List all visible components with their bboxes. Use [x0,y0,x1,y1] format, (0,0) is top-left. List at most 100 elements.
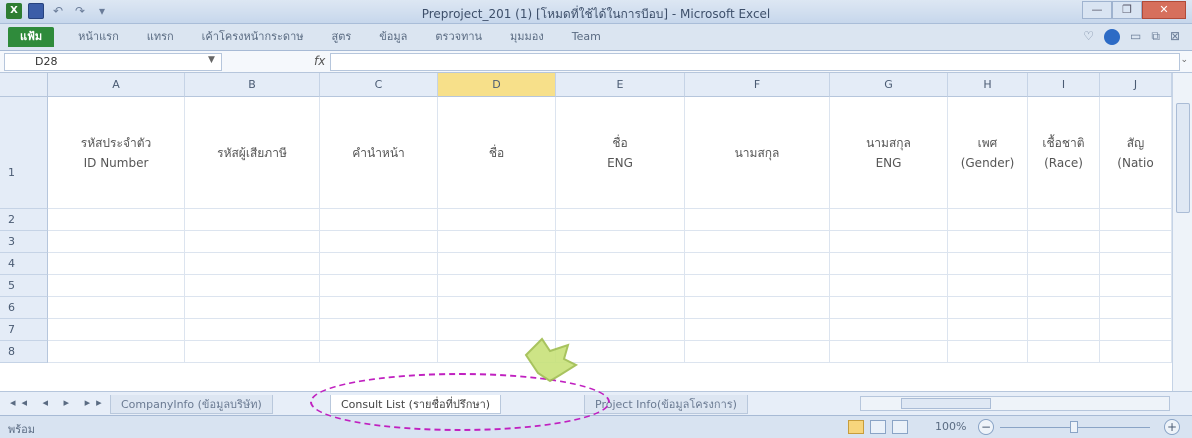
cell-b2[interactable] [185,209,320,231]
cell-i2[interactable] [1028,209,1100,231]
normal-view-icon[interactable] [848,420,864,434]
zoom-in-icon[interactable]: + [1164,419,1180,435]
cell-c2[interactable] [320,209,438,231]
header-cell-g1[interactable]: นามสกุล ENG [830,97,948,209]
header-cell-f1[interactable]: นามสกุล [685,97,830,209]
header-cell-b1[interactable]: รหัสผู้เสียภาษี [185,97,320,209]
cell-h3[interactable] [948,231,1028,253]
cell-b4[interactable] [185,253,320,275]
cell-e2[interactable] [556,209,685,231]
cell-i6[interactable] [1028,297,1100,319]
worksheet-grid[interactable]: ABCDEFGHIJ 12345678 รหัสประจำตัว ID Numbe… [0,73,1192,391]
cell-g8[interactable] [830,341,948,363]
row-header-4[interactable]: 4 [0,253,48,275]
close-button[interactable]: ✕ [1142,1,1186,19]
cell-j6[interactable] [1100,297,1172,319]
tab-home[interactable]: หน้าแรก [64,27,133,47]
cell-f2[interactable] [685,209,830,231]
cell-c7[interactable] [320,319,438,341]
cell-d5[interactable] [438,275,556,297]
cell-h2[interactable] [948,209,1028,231]
column-header-c[interactable]: C [320,73,438,97]
cell-f8[interactable] [685,341,830,363]
insert-function-icon[interactable]: fx [314,54,325,68]
row-header-7[interactable]: 7 [0,319,48,341]
column-header-f[interactable]: F [685,73,830,97]
cell-c5[interactable] [320,275,438,297]
header-cell-d1[interactable]: ชื่อ [438,97,556,209]
cell-b3[interactable] [185,231,320,253]
tab-file[interactable]: แฟ้ม [8,27,55,47]
cell-h8[interactable] [948,341,1028,363]
cell-f3[interactable] [685,231,830,253]
cell-g5[interactable] [830,275,948,297]
cell-a6[interactable] [48,297,185,319]
vertical-scrollbar[interactable] [1172,73,1192,391]
cell-f6[interactable] [685,297,830,319]
cell-e4[interactable] [556,253,685,275]
cell-a5[interactable] [48,275,185,297]
cell-c3[interactable] [320,231,438,253]
row-header-3[interactable]: 3 [0,231,48,253]
cell-j4[interactable] [1100,253,1172,275]
vertical-scroll-thumb[interactable] [1176,103,1190,213]
cell-j3[interactable] [1100,231,1172,253]
header-cell-a1[interactable]: รหัสประจำตัว ID Number [48,97,185,209]
minimize-button[interactable]: — [1082,1,1112,19]
cell-a8[interactable] [48,341,185,363]
row-header-8[interactable]: 8 [0,341,48,363]
zoom-slider-knob[interactable] [1070,421,1078,433]
workbook-close-icon[interactable]: ⊠ [1170,29,1180,45]
page-break-view-icon[interactable] [892,420,908,434]
column-header-h[interactable]: H [948,73,1028,97]
row-header-2[interactable]: 2 [0,209,48,231]
tab-review[interactable]: ตรวจทาน [421,27,496,47]
horizontal-scrollbar[interactable] [860,396,1170,411]
column-header-d[interactable]: D [438,73,556,97]
cell-i4[interactable] [1028,253,1100,275]
cell-i7[interactable] [1028,319,1100,341]
sheet-tab-companyinfo[interactable]: CompanyInfo (ข้อมูลบริษัท) [110,395,273,414]
cell-j2[interactable] [1100,209,1172,231]
sheet-nav-buttons[interactable]: ◂◂ ◂ ▸ ▸▸ [10,396,108,409]
row-header-6[interactable]: 6 [0,297,48,319]
cell-g6[interactable] [830,297,948,319]
row-header-5[interactable]: 5 [0,275,48,297]
workbook-minimize-icon[interactable]: ▭ [1130,29,1141,45]
header-cell-j1[interactable]: สัญ (Natio [1100,97,1172,209]
cell-i3[interactable] [1028,231,1100,253]
cell-d6[interactable] [438,297,556,319]
cell-g4[interactable] [830,253,948,275]
cell-e6[interactable] [556,297,685,319]
chevron-down-icon[interactable]: ▼ [208,55,215,65]
cell-h5[interactable] [948,275,1028,297]
select-all-corner[interactable] [0,73,48,97]
cell-c4[interactable] [320,253,438,275]
cell-i8[interactable] [1028,341,1100,363]
cell-a2[interactable] [48,209,185,231]
cell-j7[interactable] [1100,319,1172,341]
cell-h7[interactable] [948,319,1028,341]
tab-formulas[interactable]: สูตร [318,27,366,47]
column-header-a[interactable]: A [48,73,185,97]
cell-i5[interactable] [1028,275,1100,297]
cell-c8[interactable] [320,341,438,363]
cell-d2[interactable] [438,209,556,231]
column-header-j[interactable]: J [1100,73,1172,97]
cell-c6[interactable] [320,297,438,319]
minimize-ribbon-icon[interactable]: ♡ [1083,29,1094,45]
cell-e5[interactable] [556,275,685,297]
name-box[interactable]: D28 [4,53,222,71]
header-cell-e1[interactable]: ชื่อ ENG [556,97,685,209]
header-cell-h1[interactable]: เพศ (Gender) [948,97,1028,209]
column-header-b[interactable]: B [185,73,320,97]
tab-data[interactable]: ข้อมูล [365,27,421,47]
column-header-i[interactable]: I [1028,73,1100,97]
cell-g3[interactable] [830,231,948,253]
cell-a3[interactable] [48,231,185,253]
header-cell-c1[interactable]: คำนำหน้า [320,97,438,209]
cell-e3[interactable] [556,231,685,253]
tab-insert[interactable]: แทรก [133,27,188,47]
cell-a7[interactable] [48,319,185,341]
help-icon[interactable] [1104,29,1121,45]
